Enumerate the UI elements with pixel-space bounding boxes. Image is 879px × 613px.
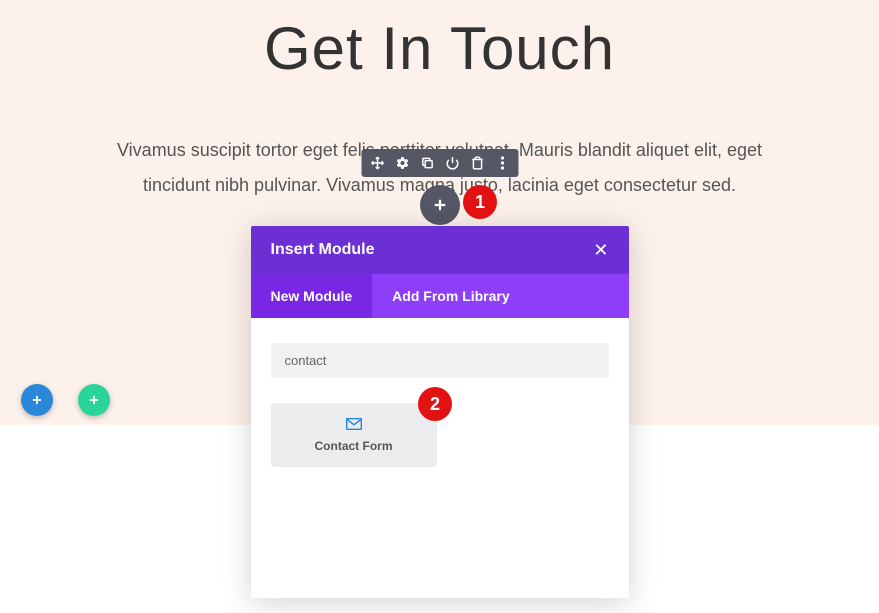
trash-icon[interactable] bbox=[469, 155, 485, 171]
add-section-button[interactable] bbox=[21, 384, 53, 416]
add-module-button[interactable] bbox=[420, 185, 460, 225]
annotation-badge-2: 2 bbox=[418, 387, 452, 421]
modal-header: Insert Module ✕ bbox=[251, 226, 629, 274]
modal-body: Contact Form bbox=[251, 318, 629, 598]
tab-add-from-library[interactable]: Add From Library bbox=[372, 274, 529, 318]
gear-icon[interactable] bbox=[394, 155, 410, 171]
more-icon[interactable] bbox=[494, 155, 510, 171]
modal-title: Insert Module bbox=[271, 241, 375, 259]
tab-new-module[interactable]: New Module bbox=[251, 274, 373, 318]
annotation-badge-1: 1 bbox=[463, 185, 497, 219]
close-icon[interactable]: ✕ bbox=[593, 241, 608, 259]
move-icon[interactable] bbox=[369, 155, 385, 171]
modal-tabs: New Module Add From Library bbox=[251, 274, 629, 318]
add-row-button[interactable] bbox=[78, 384, 110, 416]
power-icon[interactable] bbox=[444, 155, 460, 171]
page-title: Get In Touch bbox=[0, 14, 879, 83]
module-search-input[interactable] bbox=[271, 343, 609, 378]
module-contact-form[interactable]: Contact Form bbox=[271, 403, 437, 467]
module-label: Contact Form bbox=[281, 439, 427, 453]
module-toolbar bbox=[361, 149, 518, 177]
duplicate-icon[interactable] bbox=[419, 155, 435, 171]
envelope-icon bbox=[281, 417, 427, 435]
